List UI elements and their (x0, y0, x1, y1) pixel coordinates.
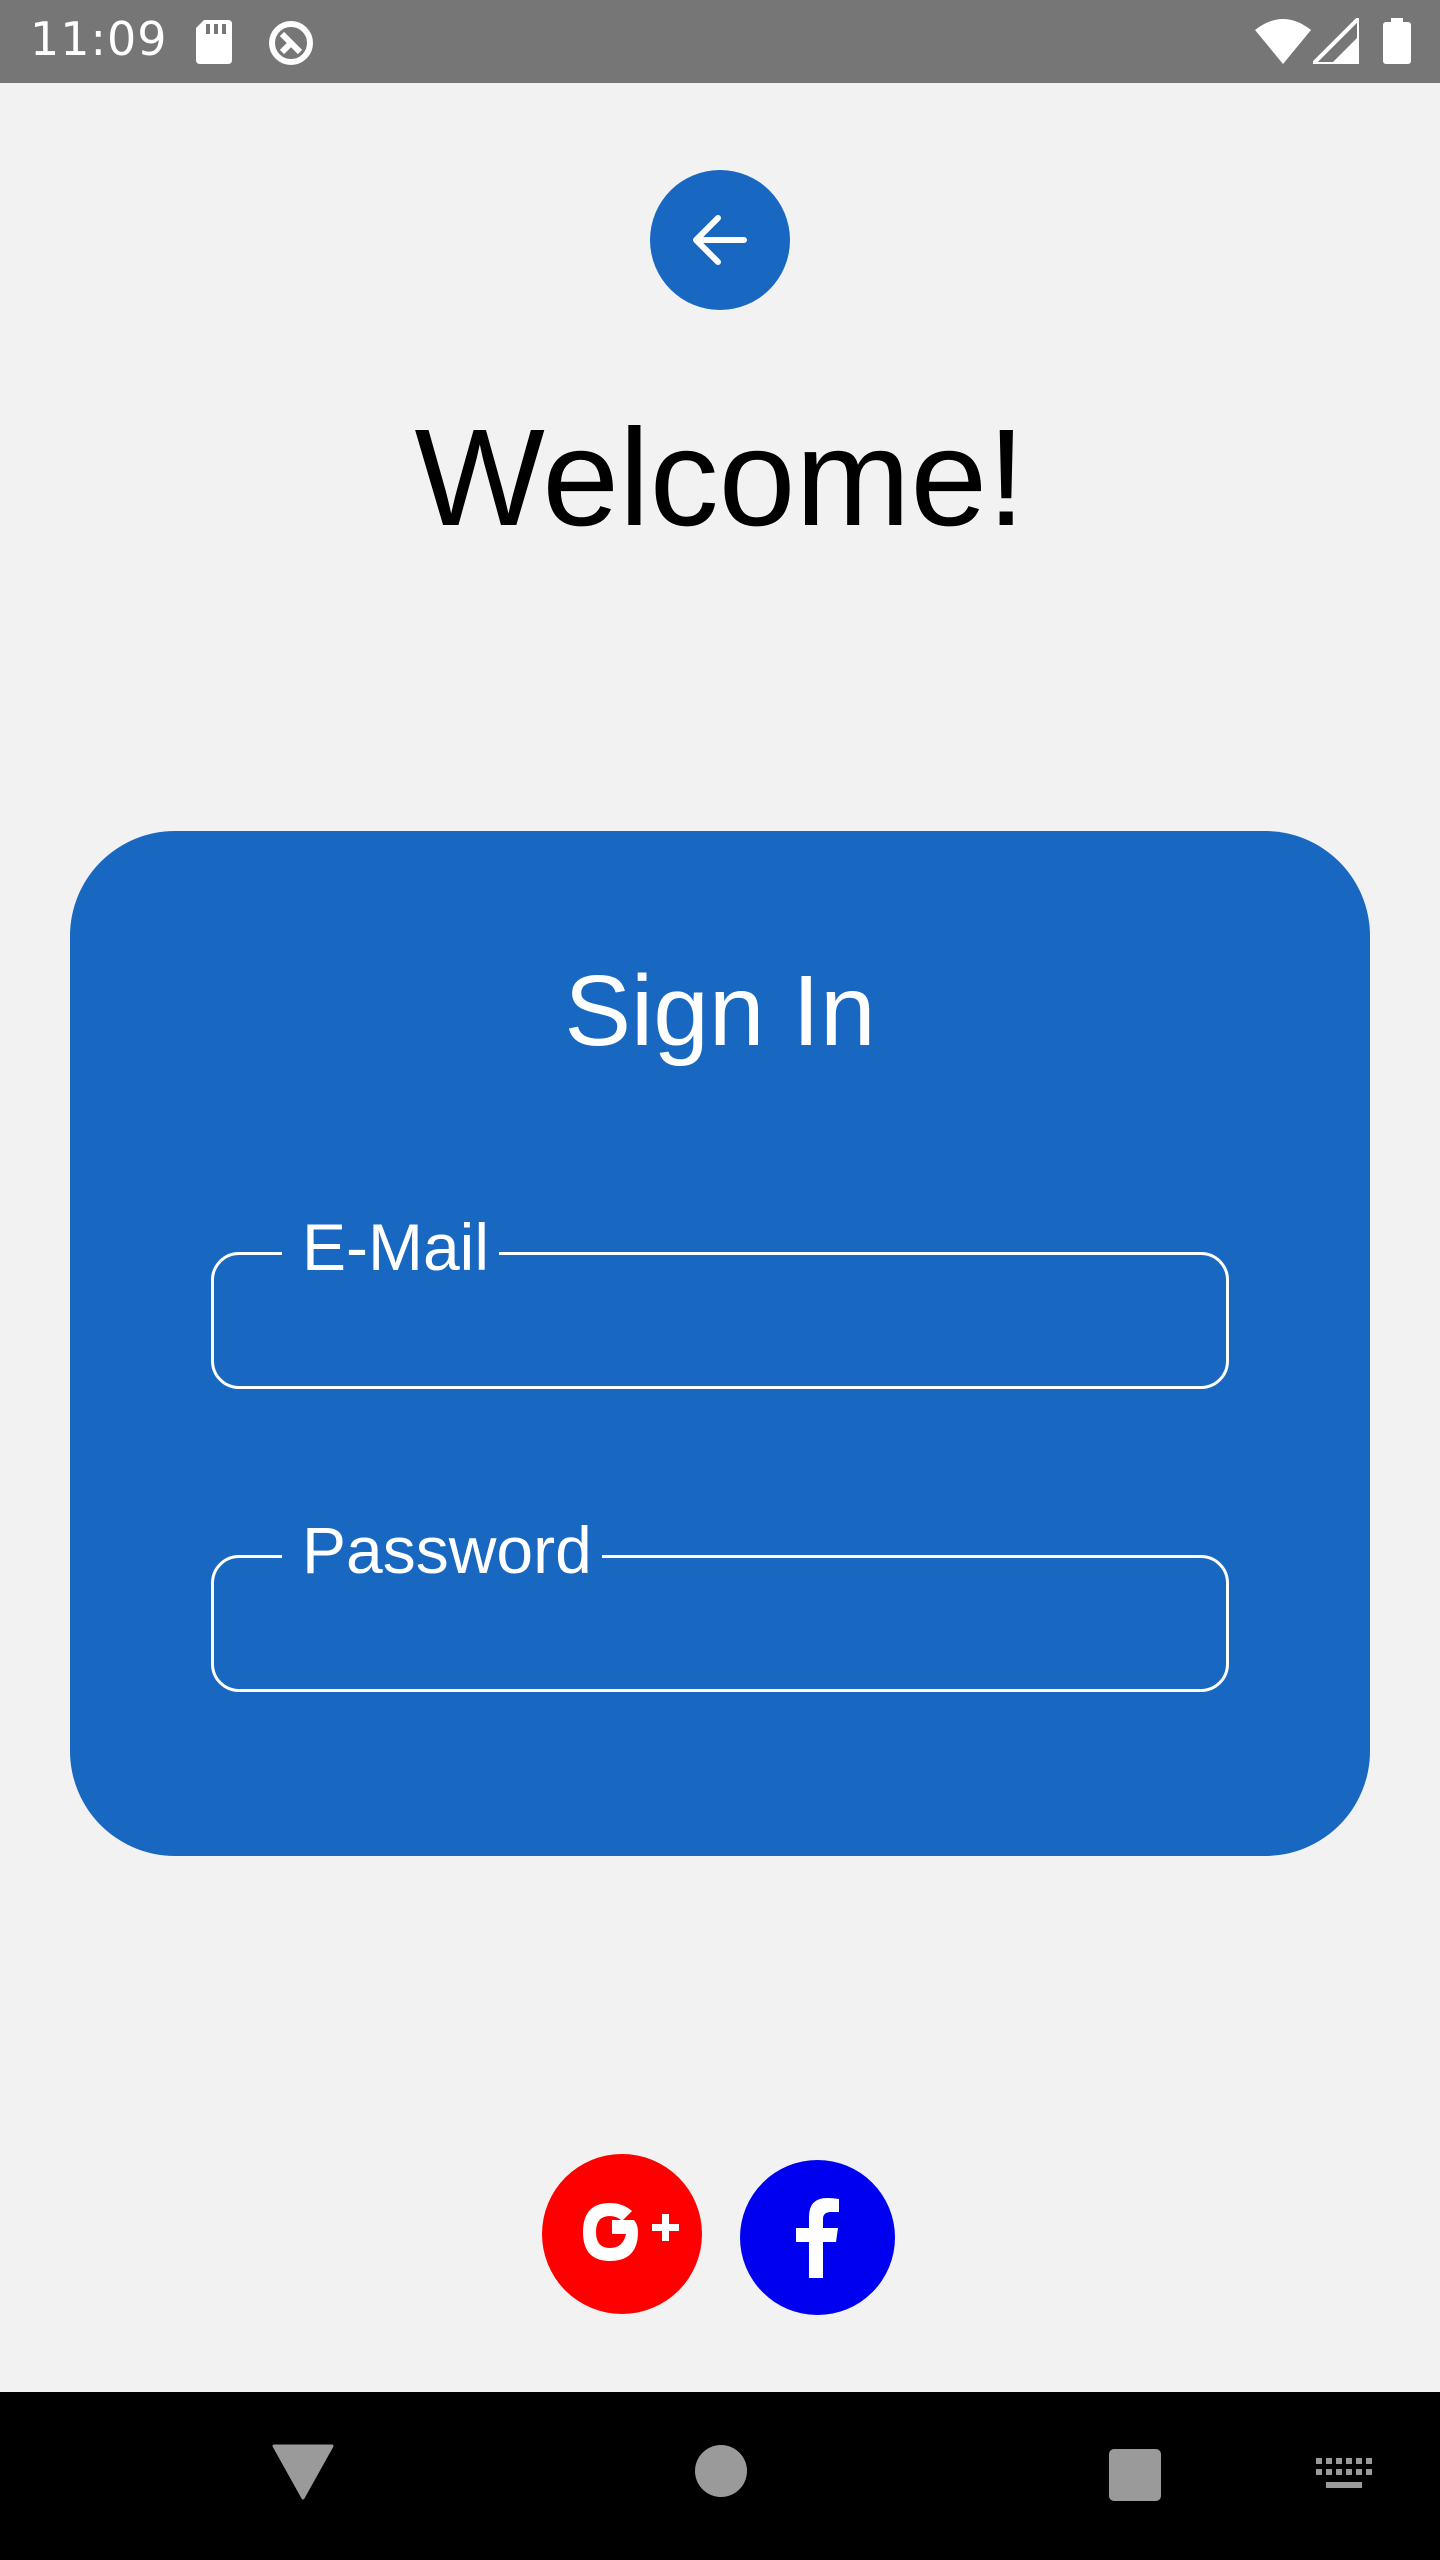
signin-card: Sign In E-Mail Password (70, 831, 1370, 1856)
facebook-button[interactable] (740, 2160, 895, 2315)
status-bar: 11:09 (0, 0, 1440, 83)
recent-apps-icon[interactable] (1109, 2449, 1161, 2501)
status-time: 11:09 (30, 12, 168, 66)
navigation-bar (0, 2392, 1440, 2560)
back-button[interactable] (650, 170, 790, 310)
arrow-left-icon (693, 215, 747, 265)
password-field[interactable]: Password (211, 1508, 1229, 1692)
home-icon[interactable] (695, 2445, 747, 2497)
page-title: Welcome! (414, 401, 1026, 555)
google-plus-button[interactable] (542, 2154, 702, 2314)
battery-icon (1383, 18, 1411, 64)
email-field[interactable]: E-Mail (211, 1205, 1229, 1389)
wifi-icon (1255, 19, 1311, 64)
signin-title: Sign In (564, 955, 876, 1067)
keyboard-icon[interactable] (1316, 2458, 1372, 2492)
sd-card-icon (196, 20, 232, 64)
facebook-icon (796, 2198, 839, 2278)
back-icon[interactable] (272, 2444, 334, 2500)
signal-icon (1313, 18, 1359, 64)
email-input[interactable] (244, 1275, 1198, 1372)
google-plus-icon (583, 2203, 679, 2261)
password-input[interactable] (244, 1578, 1198, 1675)
sync-icon (269, 21, 313, 65)
